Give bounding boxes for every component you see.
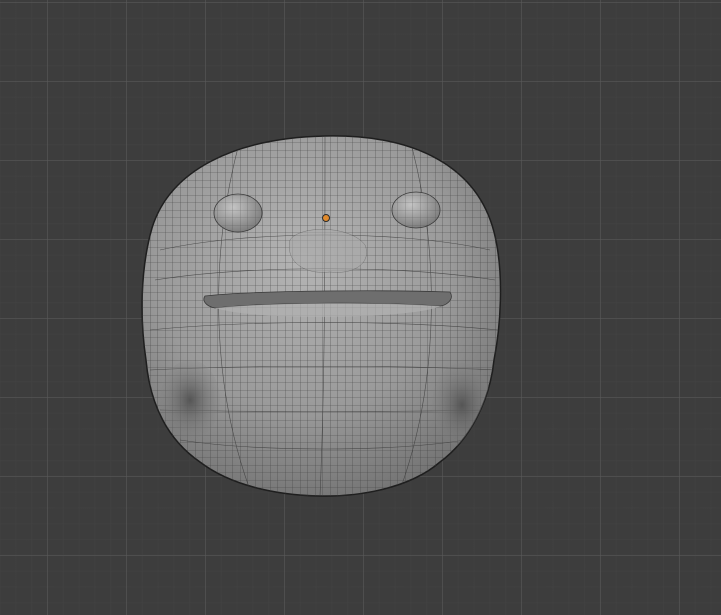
left-cheek-hollow <box>160 360 220 440</box>
right-eye-bump <box>391 191 441 229</box>
left-eye-bump <box>213 193 263 233</box>
viewport-canvas[interactable] <box>0 0 721 615</box>
head-mesh[interactable] <box>140 130 510 500</box>
object-origin-icon[interactable] <box>322 214 330 222</box>
3d-viewport[interactable] <box>0 0 721 615</box>
